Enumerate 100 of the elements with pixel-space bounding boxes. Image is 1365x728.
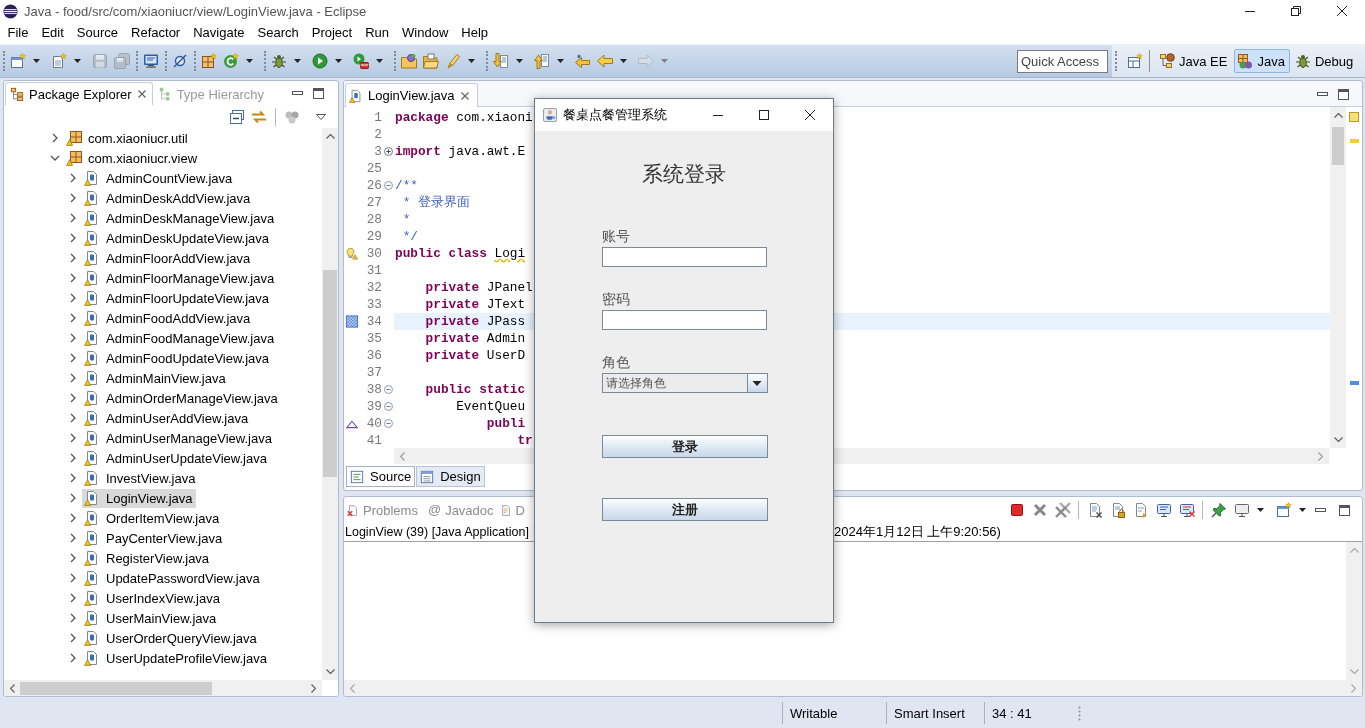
chevron-right-icon[interactable] bbox=[68, 173, 78, 183]
chevron-right-icon[interactable] bbox=[68, 553, 78, 563]
minus-circle-icon[interactable] bbox=[383, 419, 393, 428]
scroll-down-icon[interactable] bbox=[325, 669, 335, 674]
menu-item[interactable]: Window bbox=[395, 23, 455, 43]
tree-item[interactable]: AdminFoodManageView.java bbox=[82, 328, 278, 348]
chevron-right-icon[interactable] bbox=[68, 633, 78, 643]
chevron-right-icon[interactable] bbox=[68, 233, 78, 243]
chevron-right-icon[interactable] bbox=[68, 353, 78, 363]
editor-view-tab[interactable]: Design bbox=[416, 466, 485, 487]
monitor-icon[interactable] bbox=[1155, 502, 1172, 518]
dropdown-caret-icon[interactable] bbox=[620, 59, 627, 63]
annotation-marker[interactable] bbox=[1349, 139, 1359, 143]
grip-icon[interactable] bbox=[1078, 705, 1081, 721]
minimize-icon[interactable] bbox=[1315, 508, 1326, 512]
tree-item[interactable]: AdminFloorAddView.java bbox=[82, 248, 254, 268]
menu-item[interactable]: Run bbox=[358, 23, 396, 43]
minimize-icon[interactable] bbox=[1317, 92, 1328, 96]
chevron-right-icon[interactable] bbox=[68, 593, 78, 603]
editor-tab[interactable]: LoginView.java bbox=[345, 83, 478, 107]
scroll-down-icon[interactable] bbox=[1333, 437, 1343, 442]
window-star-icon[interactable] bbox=[1275, 502, 1292, 518]
minus-circle-icon[interactable] bbox=[383, 385, 393, 394]
menu-item[interactable]: Project bbox=[305, 23, 359, 43]
document-star-icon[interactable] bbox=[51, 53, 67, 69]
menu-item[interactable]: Search bbox=[251, 23, 306, 43]
tree-item[interactable]: AdminUserAddView.java bbox=[82, 408, 252, 428]
scrollbar[interactable] bbox=[4, 680, 322, 696]
dropdown-caret-icon[interactable] bbox=[1256, 508, 1264, 512]
dropdown-caret-icon[interactable] bbox=[246, 59, 253, 63]
bug-icon[interactable] bbox=[271, 53, 287, 69]
x-mark-icon[interactable] bbox=[1031, 502, 1048, 518]
view-tab[interactable]: Problems bbox=[347, 500, 418, 520]
menu-item[interactable]: Navigate bbox=[186, 23, 251, 43]
dropdown-caret-icon[interactable] bbox=[468, 59, 475, 63]
input-field[interactable] bbox=[602, 310, 767, 330]
chevron-right-icon[interactable] bbox=[68, 573, 78, 583]
tree-item[interactable]: AdminFoodUpdateView.java bbox=[82, 348, 273, 368]
menu-item[interactable]: Edit bbox=[34, 23, 71, 43]
input-field[interactable] bbox=[602, 247, 767, 267]
tree-item[interactable]: LoginView.java bbox=[82, 488, 196, 508]
perspective-button[interactable]: Java EE bbox=[1156, 49, 1233, 73]
scroll-up-icon[interactable] bbox=[1333, 113, 1343, 118]
tree-item[interactable]: com.xiaoniucr.view bbox=[64, 148, 201, 168]
chevron-right-icon[interactable] bbox=[68, 513, 78, 523]
pin-icon[interactable] bbox=[1210, 502, 1227, 518]
chevron-right-icon[interactable] bbox=[68, 413, 78, 423]
maximize-icon[interactable] bbox=[313, 87, 324, 99]
window-star-icon[interactable] bbox=[10, 53, 26, 69]
tree-item[interactable]: AdminFloorUpdateView.java bbox=[82, 288, 273, 308]
stop-icon[interactable] bbox=[1008, 502, 1025, 518]
up-arrow-icon[interactable] bbox=[534, 53, 550, 69]
monitor-error-icon[interactable] bbox=[1178, 502, 1195, 518]
chevron-right-icon[interactable] bbox=[68, 273, 78, 283]
tree-item[interactable]: AdminMainView.java bbox=[82, 368, 229, 388]
menu-item[interactable]: Source bbox=[70, 23, 125, 43]
chevron-right-icon[interactable] bbox=[68, 213, 78, 223]
tree-item[interactable]: UserOrderQueryView.java bbox=[82, 628, 260, 648]
tree-item[interactable]: AdminDeskUpdateView.java bbox=[82, 228, 273, 248]
tree-item[interactable]: AdminCountView.java bbox=[82, 168, 236, 188]
menu-item[interactable]: Refactor bbox=[124, 23, 187, 43]
scroll-left-icon[interactable] bbox=[10, 683, 15, 693]
chevron-right-icon[interactable] bbox=[50, 133, 60, 143]
view-tab[interactable]: Package Explorer bbox=[5, 82, 153, 105]
tree-item[interactable]: AdminDeskAddView.java bbox=[82, 188, 254, 208]
tree-item[interactable]: UserUpdateProfileView.java bbox=[82, 648, 270, 668]
arrow-star-icon[interactable] bbox=[575, 53, 591, 69]
editor-view-tab[interactable]: Source bbox=[346, 466, 416, 487]
minimize-icon[interactable] bbox=[292, 91, 303, 95]
folder-icon[interactable] bbox=[401, 53, 417, 69]
menu-item[interactable]: Help bbox=[454, 23, 495, 43]
tree-item[interactable]: OrderItemView.java bbox=[82, 508, 223, 528]
collapse-all-icon[interactable] bbox=[229, 108, 245, 125]
scrollbar-thumb[interactable] bbox=[323, 270, 337, 477]
close-icon[interactable] bbox=[1337, 6, 1347, 16]
refresh-icon[interactable] bbox=[223, 53, 239, 69]
tree-item[interactable]: com.xiaoniucr.util bbox=[64, 128, 191, 148]
chevron-right-icon[interactable] bbox=[68, 493, 78, 503]
minimize-icon[interactable] bbox=[713, 114, 723, 116]
chevron-right-icon[interactable] bbox=[68, 453, 78, 463]
quick-access-field[interactable]: Quick Access bbox=[1017, 49, 1108, 73]
monitor-icon[interactable] bbox=[1233, 502, 1250, 518]
tree-item[interactable]: AdminFloorManageView.java bbox=[82, 268, 278, 288]
maximize-icon[interactable] bbox=[1339, 504, 1350, 516]
dropdown-caret-icon[interactable] bbox=[335, 59, 342, 63]
grid-star-icon[interactable] bbox=[201, 53, 217, 69]
tree-item[interactable]: AdminOrderManageView.java bbox=[82, 388, 281, 408]
minus-circle-icon[interactable] bbox=[383, 181, 393, 190]
chevron-right-icon[interactable] bbox=[68, 533, 78, 543]
view-tab[interactable]: @ Javadoc bbox=[427, 500, 494, 520]
chevron-right-icon[interactable] bbox=[68, 333, 78, 343]
chevron-right-icon[interactable] bbox=[68, 473, 78, 483]
scrollbar-thumb[interactable] bbox=[20, 681, 212, 695]
dropdown-caret-icon[interactable] bbox=[1298, 508, 1306, 512]
view-menu-icon[interactable] bbox=[316, 113, 326, 120]
chevron-right-icon[interactable] bbox=[68, 433, 78, 443]
down-arrow-icon[interactable] bbox=[493, 53, 509, 69]
dropdown-caret-icon[interactable] bbox=[33, 59, 40, 63]
tree-item[interactable]: PayCenterView.java bbox=[82, 528, 226, 548]
scroll-right-icon[interactable] bbox=[311, 683, 316, 693]
